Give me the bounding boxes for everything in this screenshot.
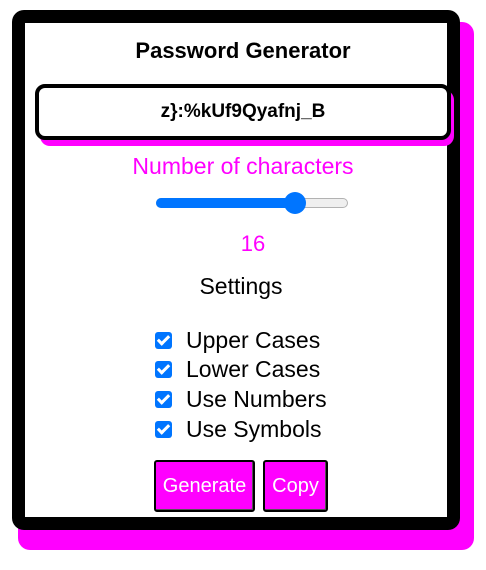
app-title: Password Generator xyxy=(135,38,351,63)
option-label: Lower Cases xyxy=(186,355,321,382)
length-label: Number of characters xyxy=(132,153,354,179)
use-symbols-checkbox[interactable] xyxy=(155,420,172,438)
lower-cases-checkbox[interactable] xyxy=(155,360,172,378)
settings-heading: Settings xyxy=(199,273,283,299)
length-value: 16 xyxy=(240,231,266,256)
option-label: Use Symbols xyxy=(186,415,322,442)
use-numbers-checkbox[interactable] xyxy=(155,390,172,408)
length-slider[interactable] xyxy=(156,192,348,214)
slider-fill xyxy=(156,198,295,208)
option-use-numbers[interactable]: Use Numbers xyxy=(155,386,327,412)
option-upper-cases[interactable]: Upper Cases xyxy=(155,327,320,353)
option-label: Upper Cases xyxy=(186,326,321,353)
copy-button[interactable]: Copy xyxy=(263,460,328,512)
option-use-symbols[interactable]: Use Symbols xyxy=(155,416,321,442)
option-lower-cases[interactable]: Lower Cases xyxy=(155,356,320,382)
slider-thumb[interactable] xyxy=(283,192,306,214)
password-output[interactable]: z}:%kUf9Qyafnj_B xyxy=(35,84,451,140)
upper-cases-checkbox[interactable] xyxy=(155,331,172,349)
option-label: Use Numbers xyxy=(186,385,327,412)
generate-button[interactable]: Generate xyxy=(154,460,255,512)
